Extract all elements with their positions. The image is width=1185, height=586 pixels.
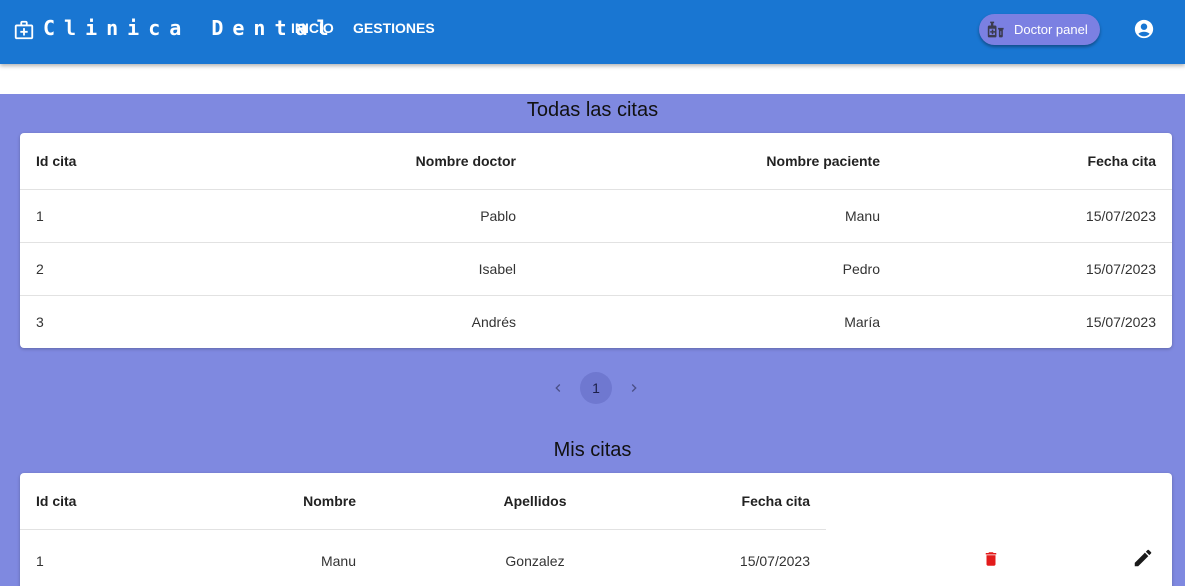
table-header-row: Id cita Nombre Apellidos Fecha cita <box>20 473 1172 530</box>
header-apellidos: Apellidos <box>503 493 567 509</box>
doctor-panel-button[interactable]: Doctor panel <box>979 14 1100 45</box>
medical-briefcase-icon <box>14 20 34 40</box>
cell-doctor: Isabel <box>478 261 516 277</box>
table-header-row: Id cita Nombre doctor Nombre paciente Fe… <box>20 133 1172 190</box>
cell-patient: María <box>844 314 880 330</box>
all-appointments-title: Todas las citas <box>526 99 659 121</box>
all-appointments-table: Id cita Nombre doctor Nombre paciente Fe… <box>20 133 1172 348</box>
cell-patient: Manu <box>844 208 880 224</box>
header-fecha-cita: Fecha cita <box>741 493 810 509</box>
header-nombre-paciente: Nombre paciente <box>766 153 880 169</box>
cell-doctor: Pablo <box>480 208 516 224</box>
header-id-cita: Id cita <box>36 153 77 169</box>
toolbar-spacer <box>0 64 1185 94</box>
header-nombre-doctor: Nombre doctor <box>415 153 516 169</box>
cell-doctor: Andrés <box>471 314 516 330</box>
cell-date: 15/07/2023 <box>1085 261 1156 277</box>
table-row[interactable]: 1 Manu Gonzalez 15/07/2023 <box>20 530 1172 586</box>
medical-icon <box>987 21 1004 38</box>
trash-icon[interactable] <box>982 550 1000 568</box>
table-row[interactable]: 2 Isabel Pedro 15/07/2023 <box>20 243 1172 296</box>
nav-gestiones[interactable]: GESTIONES <box>353 19 435 37</box>
account-circle-icon[interactable] <box>1133 18 1155 40</box>
app-bar: Clinica Dental INICIO GESTIONES Doctor p… <box>0 0 1185 64</box>
doctor-panel-label: Doctor panel <box>1014 22 1088 37</box>
page-button-1[interactable]: 1 <box>580 372 612 404</box>
pencil-icon[interactable] <box>1132 547 1154 569</box>
cell-id: 1 <box>36 208 44 224</box>
chevron-left-icon[interactable] <box>550 380 566 396</box>
cell-nombre: Manu <box>320 553 356 569</box>
cell-date: 15/07/2023 <box>739 553 810 569</box>
cell-date: 15/07/2023 <box>1085 314 1156 330</box>
table-row[interactable]: 1 Pablo Manu 15/07/2023 <box>20 190 1172 243</box>
cell-patient: Pedro <box>842 261 880 277</box>
cell-id: 2 <box>36 261 44 277</box>
header-fecha-cita: Fecha cita <box>1087 153 1156 169</box>
cell-id: 3 <box>36 314 44 330</box>
my-appointments-title: Mis citas <box>553 439 632 461</box>
header-id-cita: Id cita <box>36 493 77 509</box>
table-row[interactable]: 3 Andrés María 15/07/2023 <box>20 296 1172 348</box>
my-appointments-table: Id cita Nombre Apellidos Fecha cita 1 Ma… <box>20 473 1172 586</box>
cell-apellidos: Gonzalez <box>505 553 565 569</box>
cell-date: 15/07/2023 <box>1085 208 1156 224</box>
header-nombre: Nombre <box>303 493 356 509</box>
nav-inicio[interactable]: INICIO <box>291 19 334 37</box>
chevron-right-icon[interactable] <box>626 380 642 396</box>
cell-id: 1 <box>36 553 44 569</box>
